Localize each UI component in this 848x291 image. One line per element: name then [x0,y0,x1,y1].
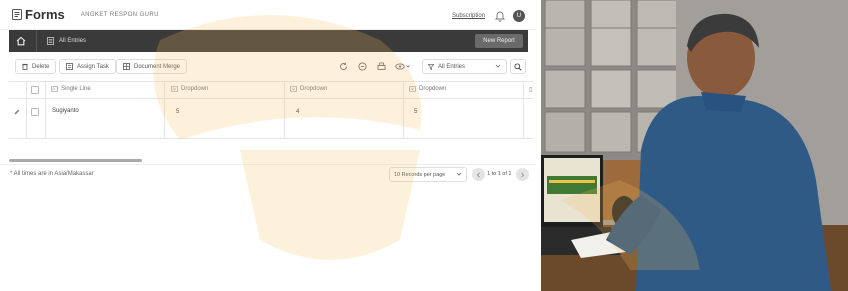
document-merge-button[interactable]: Document Merge [116,59,188,74]
user-avatar[interactable]: U [513,10,525,22]
grid-footer: * All times are in Asia/Makassar 10 Reco… [0,164,537,184]
search-icon [514,62,522,71]
assign-task-button[interactable]: Assign Task [59,59,116,74]
chevron-down-icon [495,64,501,68]
form-name: ANGKET RESPON GURU [80,11,159,18]
column-header-label: Dropdown [181,86,209,92]
column-header[interactable]: Dropdown [171,86,208,92]
page-info: 1 to 1 of 1 [487,171,512,177]
cell-dropdown-1: 5 [176,109,180,115]
column-header-label: Dropdown [300,86,328,92]
view-select-value: All Entries [438,63,466,70]
next-page-button[interactable] [516,168,529,181]
document-merge-label: Document Merge [134,63,181,70]
forms-app: Forms ANGKET RESPON GURU Subscription U … [0,0,537,291]
dropdown-field-icon [171,86,178,92]
delete-button[interactable]: Delete [15,59,57,74]
entries-icon [47,37,54,45]
column-divider [45,82,46,139]
records-per-page-select[interactable]: 10 Records per page [389,167,467,182]
chevron-left-icon [476,172,480,177]
truncated-column-icon: ▯ [529,87,533,93]
records-per-page-value: 10 Records per page [394,171,446,178]
forms-logo-icon [12,9,22,20]
nav-divider [36,30,37,52]
dropdown-field-icon [409,86,416,92]
chevron-down-icon [456,172,462,176]
row-checkbox[interactable] [31,108,39,116]
nav-bar: All Entries New Report [9,30,528,52]
select-all-checkbox[interactable] [31,86,39,94]
refresh-icon[interactable] [336,59,350,74]
assign-task-label: Assign Task [77,63,109,70]
cell-single-line: Sugiyanto [52,108,79,114]
app-name: Forms [25,7,65,22]
cell-dropdown-3: 5 [414,109,418,115]
export-icon[interactable] [355,59,369,74]
view-select[interactable]: All Entries [422,59,507,74]
print-icon[interactable] [374,59,388,74]
column-divider [403,82,404,139]
document-merge-icon [123,63,130,70]
toolbar: Delete Assign Task Document Merge All En… [9,55,528,79]
edit-pencil-icon[interactable] [14,109,20,115]
single-line-field-icon [51,86,58,92]
home-icon[interactable] [16,36,26,46]
app-logo[interactable]: Forms [12,7,65,22]
delete-label: Delete [32,63,50,70]
prev-page-button[interactable] [472,168,485,181]
column-header-label: Dropdown [419,86,447,92]
timezone-note: * All times are in Asia/Makassar [10,171,94,177]
filter-icon [428,63,434,70]
top-bar: Forms ANGKET RESPON GURU Subscription U [0,0,537,30]
chevron-right-icon [521,172,525,177]
assign-task-icon [66,63,73,70]
column-header-label: Single Line [61,86,91,92]
column-divider [284,82,285,139]
cell-dropdown-2: 4 [296,109,300,115]
search-button[interactable] [510,59,526,74]
entries-grid: Single Line Dropdown Dropdown Dropdown ▯… [9,81,533,161]
trash-icon [22,63,28,70]
column-header[interactable]: Single Line [51,86,91,92]
column-divider [523,82,524,139]
table-row[interactable]: Sugiyanto 5 4 5 [9,99,533,139]
tab-all-entries[interactable]: All Entries [47,37,86,45]
new-report-button[interactable]: New Report [475,34,523,48]
view-options-icon[interactable] [393,59,413,74]
all-entries-label: All Entries [59,38,87,44]
bell-icon[interactable] [494,9,506,27]
column-header[interactable]: Dropdown [290,86,327,92]
grid-header: Single Line Dropdown Dropdown Dropdown ▯ [9,82,533,99]
person-photo [541,0,848,291]
horizontal-scrollbar[interactable] [9,159,142,162]
column-divider [164,82,165,139]
dropdown-field-icon [290,86,297,92]
column-divider [26,82,27,139]
subscription-link[interactable]: Subscription [452,13,485,19]
column-header[interactable]: Dropdown [409,86,446,92]
